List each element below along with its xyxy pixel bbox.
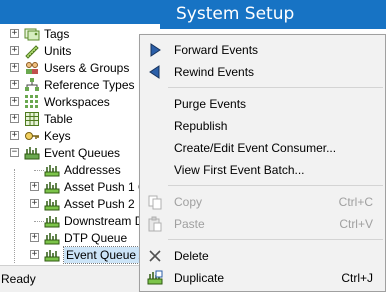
- units-icon: [24, 43, 40, 59]
- tree-item[interactable]: Addresses: [0, 161, 160, 179]
- tree-item-label: Downstream Da: [64, 214, 151, 228]
- menu-item-label: Delete: [174, 249, 209, 263]
- menu-item-duplicate[interactable]: Duplicate Ctrl+J: [140, 267, 385, 289]
- menu-item-label: Copy: [174, 195, 203, 209]
- tree-item-label: Addresses: [64, 163, 121, 177]
- tree-item[interactable]: + Table: [0, 110, 160, 128]
- menu-item-label: Duplicate: [174, 271, 225, 285]
- tree-item[interactable]: + Keys: [0, 127, 160, 145]
- tree-item-label: Event Queue A: [63, 246, 150, 264]
- tree-connector: [34, 221, 44, 222]
- tree-item-label: Table: [44, 112, 73, 126]
- expand-icon[interactable]: +: [10, 29, 19, 38]
- tree-item[interactable]: + Asset Push 2: [0, 195, 160, 213]
- tree-item[interactable]: + DTP Queue: [0, 229, 160, 247]
- status-text: Ready: [1, 272, 36, 286]
- event-queue-icon: [44, 196, 60, 212]
- copy-icon: [147, 194, 163, 210]
- tree-item[interactable]: + Units: [0, 42, 160, 60]
- event-queue-icon: [44, 162, 60, 178]
- expand-icon[interactable]: +: [30, 182, 39, 191]
- menu-item-forward-events[interactable]: Forward Events: [140, 39, 385, 61]
- menu-item-purge-events[interactable]: Purge Events: [140, 93, 385, 115]
- tree-item-label: Reference Types: [44, 78, 135, 92]
- users-groups-icon: [24, 60, 40, 76]
- window-title: System Setup: [176, 4, 295, 24]
- expand-icon[interactable]: +: [10, 46, 19, 55]
- menu-item-copy[interactable]: Copy Ctrl+C: [140, 191, 385, 213]
- menu-item-label: View First Event Batch...: [174, 163, 305, 177]
- tree-item-label: Keys: [44, 129, 71, 143]
- expand-icon[interactable]: +: [10, 80, 19, 89]
- event-queue-icon: [44, 230, 60, 246]
- menu-item-delete[interactable]: Delete: [140, 245, 385, 267]
- tree-item[interactable]: Downstream Da: [0, 212, 160, 230]
- tree-item-label: Users & Groups: [44, 61, 130, 75]
- tree-item[interactable]: + Event Queue A: [0, 246, 160, 264]
- expand-icon[interactable]: +: [10, 131, 19, 140]
- event-queue-icon: [44, 213, 60, 229]
- tree-connector: [34, 170, 44, 171]
- tree-connector: [14, 169, 15, 264]
- menu-separator: [168, 185, 383, 186]
- keys-icon: [24, 128, 40, 144]
- tree-item-label: Event Queues: [44, 146, 121, 160]
- event-queues-icon: [24, 145, 40, 161]
- menu-item-label: Forward Events: [174, 43, 259, 57]
- expand-icon[interactable]: +: [10, 63, 19, 72]
- navigation-tree[interactable]: + Tags + Units + Users & Groups + Reference Typ…: [0, 24, 160, 264]
- duplicate-icon: [147, 270, 163, 286]
- tags-icon: [24, 26, 40, 42]
- tree-item[interactable]: − Event Queues: [0, 144, 160, 162]
- rewind-icon: [147, 64, 163, 80]
- menu-item-create-edit-event-consumer[interactable]: Create/Edit Event Consumer...: [140, 137, 385, 159]
- menu-item-shortcut: Ctrl+V: [339, 217, 373, 231]
- menu-item-label: Purge Events: [174, 97, 247, 111]
- tree-item[interactable]: + Asset Push 1 Qu: [0, 178, 160, 196]
- paste-icon: [147, 216, 163, 232]
- menu-item-label: Rewind Events: [174, 65, 255, 79]
- tree-item[interactable]: + Workspaces: [0, 93, 160, 111]
- expand-icon[interactable]: +: [30, 250, 39, 259]
- workspaces-icon: [24, 94, 40, 110]
- tree-item-label: Workspaces: [44, 95, 110, 109]
- play-forward-icon: [147, 42, 163, 58]
- expand-icon[interactable]: +: [10, 114, 19, 123]
- collapse-icon[interactable]: −: [10, 148, 19, 157]
- context-menu: Forward Events Rewind Events Purge Events R…: [139, 34, 386, 292]
- menu-item-paste[interactable]: Paste Ctrl+V: [140, 213, 385, 235]
- delete-icon: [147, 248, 163, 264]
- menu-item-view-first-event-batch[interactable]: View First Event Batch...: [140, 159, 385, 181]
- menu-item-label: Create/Edit Event Consumer...: [174, 141, 337, 155]
- expand-icon[interactable]: +: [10, 97, 19, 106]
- menu-item-republish[interactable]: Republish: [140, 115, 385, 137]
- menu-separator: [168, 87, 383, 88]
- tree-item-label: Tags: [44, 27, 70, 41]
- tree-item[interactable]: + Reference Types: [0, 76, 160, 94]
- menu-item-label: Paste: [174, 217, 205, 231]
- table-icon: [24, 111, 40, 127]
- event-queue-icon: [44, 179, 60, 195]
- menu-item-shortcut: Ctrl+J: [341, 271, 373, 285]
- expand-icon[interactable]: +: [30, 233, 39, 242]
- tree-item-label: Units: [44, 44, 72, 58]
- expand-icon[interactable]: +: [30, 199, 39, 208]
- tree-item-label: Asset Push 2: [64, 197, 135, 211]
- reference-types-icon: [24, 77, 40, 93]
- tree-item[interactable]: + Users & Groups: [0, 59, 160, 77]
- menu-item-shortcut: Ctrl+C: [338, 195, 373, 209]
- tree-item-label: DTP Queue: [64, 231, 128, 245]
- menu-separator: [168, 239, 383, 240]
- event-queue-icon: [44, 247, 60, 263]
- menu-item-rewind-events[interactable]: Rewind Events: [140, 61, 385, 83]
- tree-item[interactable]: + Tags: [0, 25, 160, 43]
- menu-item-label: Republish: [174, 119, 228, 133]
